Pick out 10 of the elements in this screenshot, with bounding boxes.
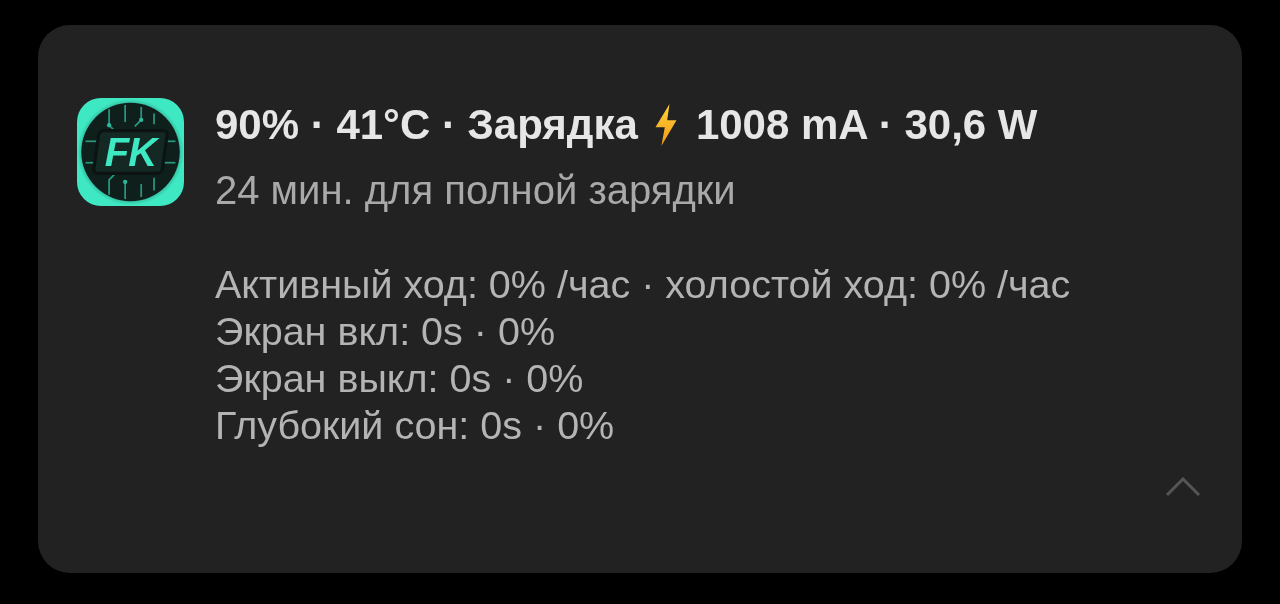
- usage-line: Активный ход: 0% /час · холостой ход: 0% /час: [215, 261, 1071, 308]
- usage-line: Глубокий сон: 0s · 0%: [215, 402, 616, 449]
- charge-info: 1008 mA · 30,6 W: [695, 100, 1038, 150]
- usage-line: Экран выкл: 0s · 0%: [215, 355, 585, 402]
- charge-time: 24 мин. для полной зарядки: [215, 167, 737, 214]
- collapse-chevron-icon[interactable]: [1165, 477, 1201, 497]
- battery-status: 90% · 41°C · Зарядка: [215, 100, 638, 150]
- notification-card[interactable]: FK 90% · 41°C · Зарядка 1008 mA · 30,6 W 24 мин. для полной зарядки Активный ход: 0% /час · холостой ход: 0% /час Экран вкл: 0s · 0% Экран выкл: 0s · 0% Глубокий сон: 0s · 0%: [38, 25, 1242, 573]
- usage-line: Экран вкл: 0s · 0%: [215, 308, 556, 355]
- app-icon: FK: [77, 98, 184, 206]
